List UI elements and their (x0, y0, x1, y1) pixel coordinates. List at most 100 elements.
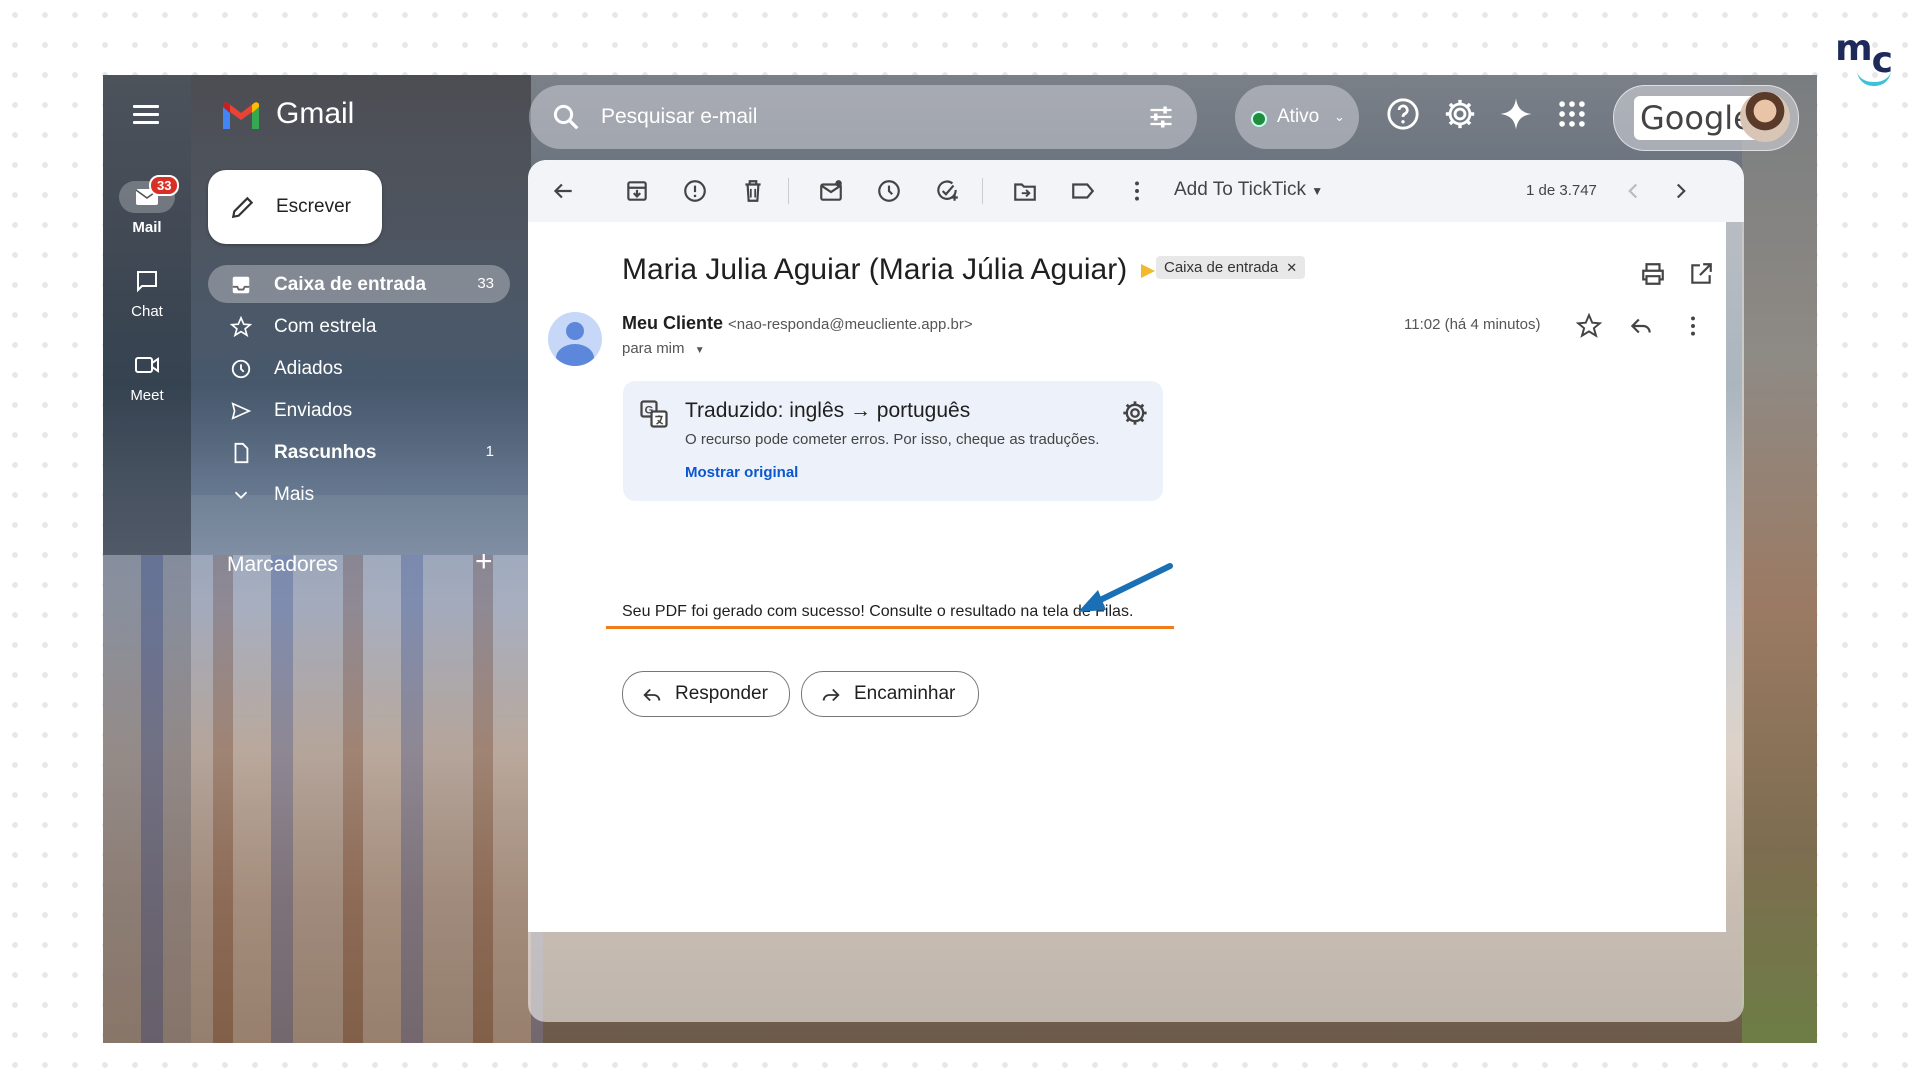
forward-button[interactable]: Encaminhar (801, 671, 979, 717)
remove-label-icon[interactable]: ✕ (1286, 260, 1297, 275)
rail-mail[interactable]: 33 Mail (103, 175, 191, 236)
forward-icon (822, 688, 840, 702)
nav-snoozed[interactable]: Adiados (208, 349, 510, 387)
translate-icon: G (640, 400, 668, 428)
pencil-icon (231, 196, 254, 219)
snooze-clock-icon[interactable] (876, 178, 902, 204)
back-arrow-icon[interactable] (550, 178, 576, 204)
reply-button[interactable]: Responder (622, 671, 790, 717)
menu-icon[interactable] (133, 105, 159, 125)
nav-snoozed-label: Adiados (274, 358, 343, 379)
inbox-icon (232, 276, 250, 294)
logo-m: m (1835, 28, 1873, 69)
gmail-logo-icon (223, 102, 259, 129)
account-button[interactable]: Google (1613, 85, 1799, 151)
nav-more[interactable]: Mais (208, 475, 510, 513)
importance-marker-icon[interactable] (1141, 264, 1155, 278)
nav-drafts-label: Rascunhos (274, 442, 377, 463)
help-icon[interactable] (1386, 97, 1420, 131)
nav-inbox[interactable]: Caixa de entrada 33 (208, 265, 510, 303)
nav-drafts[interactable]: Rascunhos 1 (208, 433, 510, 471)
sender-address: <nao-responda@meucliente.app.br> (728, 316, 973, 333)
pagination-count: 1 de 3.747 (1526, 182, 1597, 199)
rail-meet[interactable]: Meet (103, 349, 191, 404)
message-body: Seu PDF foi gerado com sucesso! Consulte… (622, 603, 1134, 620)
nav-inbox-label: Caixa de entrada (274, 274, 427, 295)
nav-inbox-count: 33 (477, 275, 494, 292)
reply-icon[interactable] (1628, 313, 1654, 339)
recipient-label: para mim (622, 340, 685, 357)
highlight-underline (606, 626, 1174, 629)
label-tag-icon[interactable] (1070, 178, 1096, 204)
translation-title: Traduzido: inglês → português (685, 399, 971, 422)
message-pane: Add To TickTick ▼ 1 de 3.747 Maria Julia… (528, 160, 1744, 1022)
app-title: Gmail (276, 97, 355, 130)
apps-grid-icon[interactable] (1555, 97, 1589, 131)
add-to-ticktick-button[interactable]: Add To TickTick ▼ (1174, 179, 1323, 201)
recipient-details[interactable]: para mim ▼ (622, 340, 705, 357)
ticktick-label: Add To TickTick (1174, 179, 1306, 200)
send-icon (231, 402, 252, 420)
compose-button[interactable]: Escrever (208, 170, 382, 244)
report-spam-icon[interactable] (682, 178, 708, 204)
sender-line: Meu Cliente <nao-responda@meucliente.app… (622, 313, 973, 334)
labels-heading: Marcadores (227, 553, 338, 576)
gmail-window: Gmail Pesquisar e-mail Ativo ⌄ Google 33… (103, 75, 1817, 1043)
chevron-down-icon (234, 491, 248, 500)
nav-starred[interactable]: Com estrela (208, 307, 510, 345)
rail-chat[interactable]: Chat (103, 265, 191, 320)
sender-name: Meu Cliente (622, 313, 724, 333)
nav-sent[interactable]: Enviados (208, 391, 510, 429)
chevron-down-icon: ⌄ (1334, 109, 1345, 124)
reply-label: Responder (675, 683, 768, 704)
search-icon[interactable] (551, 102, 581, 132)
nav-sent-label: Enviados (274, 400, 353, 421)
add-task-icon[interactable] (934, 178, 960, 204)
status-dropdown[interactable]: Ativo ⌄ (1235, 85, 1359, 149)
message-subject: Maria Julia Aguiar (Maria Júlia Aguiar) (622, 253, 1128, 286)
video-camera-icon (135, 357, 159, 373)
more-vertical-icon[interactable] (1124, 178, 1150, 204)
inbox-chip-label: Caixa de entrada (1164, 259, 1279, 276)
translation-settings-gear-icon[interactable] (1121, 399, 1149, 427)
gemini-sparkle-icon[interactable] (1499, 97, 1533, 131)
inbox-label-chip[interactable]: Caixa de entrada ✕ (1156, 256, 1306, 279)
translation-banner: G Traduzido: inglês → português O recurs… (623, 381, 1163, 501)
star-icon (230, 316, 252, 338)
unread-badge: 33 (149, 175, 180, 196)
move-to-folder-icon[interactable] (1012, 178, 1038, 204)
message-time: 11:02 (há 4 minutos) (1404, 316, 1541, 333)
nav-starred-label: Com estrela (274, 316, 377, 337)
delete-trash-icon[interactable] (740, 178, 766, 204)
mc-logo: mc (1835, 28, 1893, 86)
nav-more-label: Mais (274, 484, 315, 505)
annotation-arrow-icon (1078, 563, 1173, 612)
search-options-icon[interactable] (1147, 103, 1175, 131)
print-icon[interactable] (1640, 261, 1666, 287)
star-icon[interactable] (1576, 313, 1602, 339)
archive-icon[interactable] (624, 178, 650, 204)
search-input[interactable]: Pesquisar e-mail (601, 105, 757, 129)
settings-gear-icon[interactable] (1443, 97, 1477, 131)
compose-label: Escrever (276, 196, 351, 217)
caret-down-icon: ▼ (694, 345, 705, 356)
status-label: Ativo (1277, 106, 1320, 127)
next-page-icon[interactable] (1668, 178, 1694, 204)
reply-icon (643, 688, 661, 702)
add-label-icon[interactable]: + (475, 545, 493, 579)
mark-unread-icon[interactable] (818, 178, 844, 204)
nav-drafts-count: 1 (485, 443, 494, 460)
clock-icon (231, 359, 251, 379)
more-vertical-icon[interactable] (1680, 313, 1706, 339)
status-dot (1251, 111, 1267, 127)
draft-file-icon (234, 442, 249, 464)
message-toolbar: Add To TickTick ▼ 1 de 3.747 (528, 160, 1744, 222)
prev-page-icon[interactable] (1620, 178, 1646, 204)
open-new-window-icon[interactable] (1688, 261, 1714, 287)
avatar[interactable] (1740, 92, 1790, 142)
search-bar[interactable]: Pesquisar e-mail (529, 85, 1197, 149)
rail-chat-label: Chat (131, 303, 163, 320)
show-original-link[interactable]: Mostrar original (685, 464, 798, 481)
sender-avatar[interactable] (548, 312, 602, 366)
caret-down-icon: ▼ (1311, 184, 1324, 198)
